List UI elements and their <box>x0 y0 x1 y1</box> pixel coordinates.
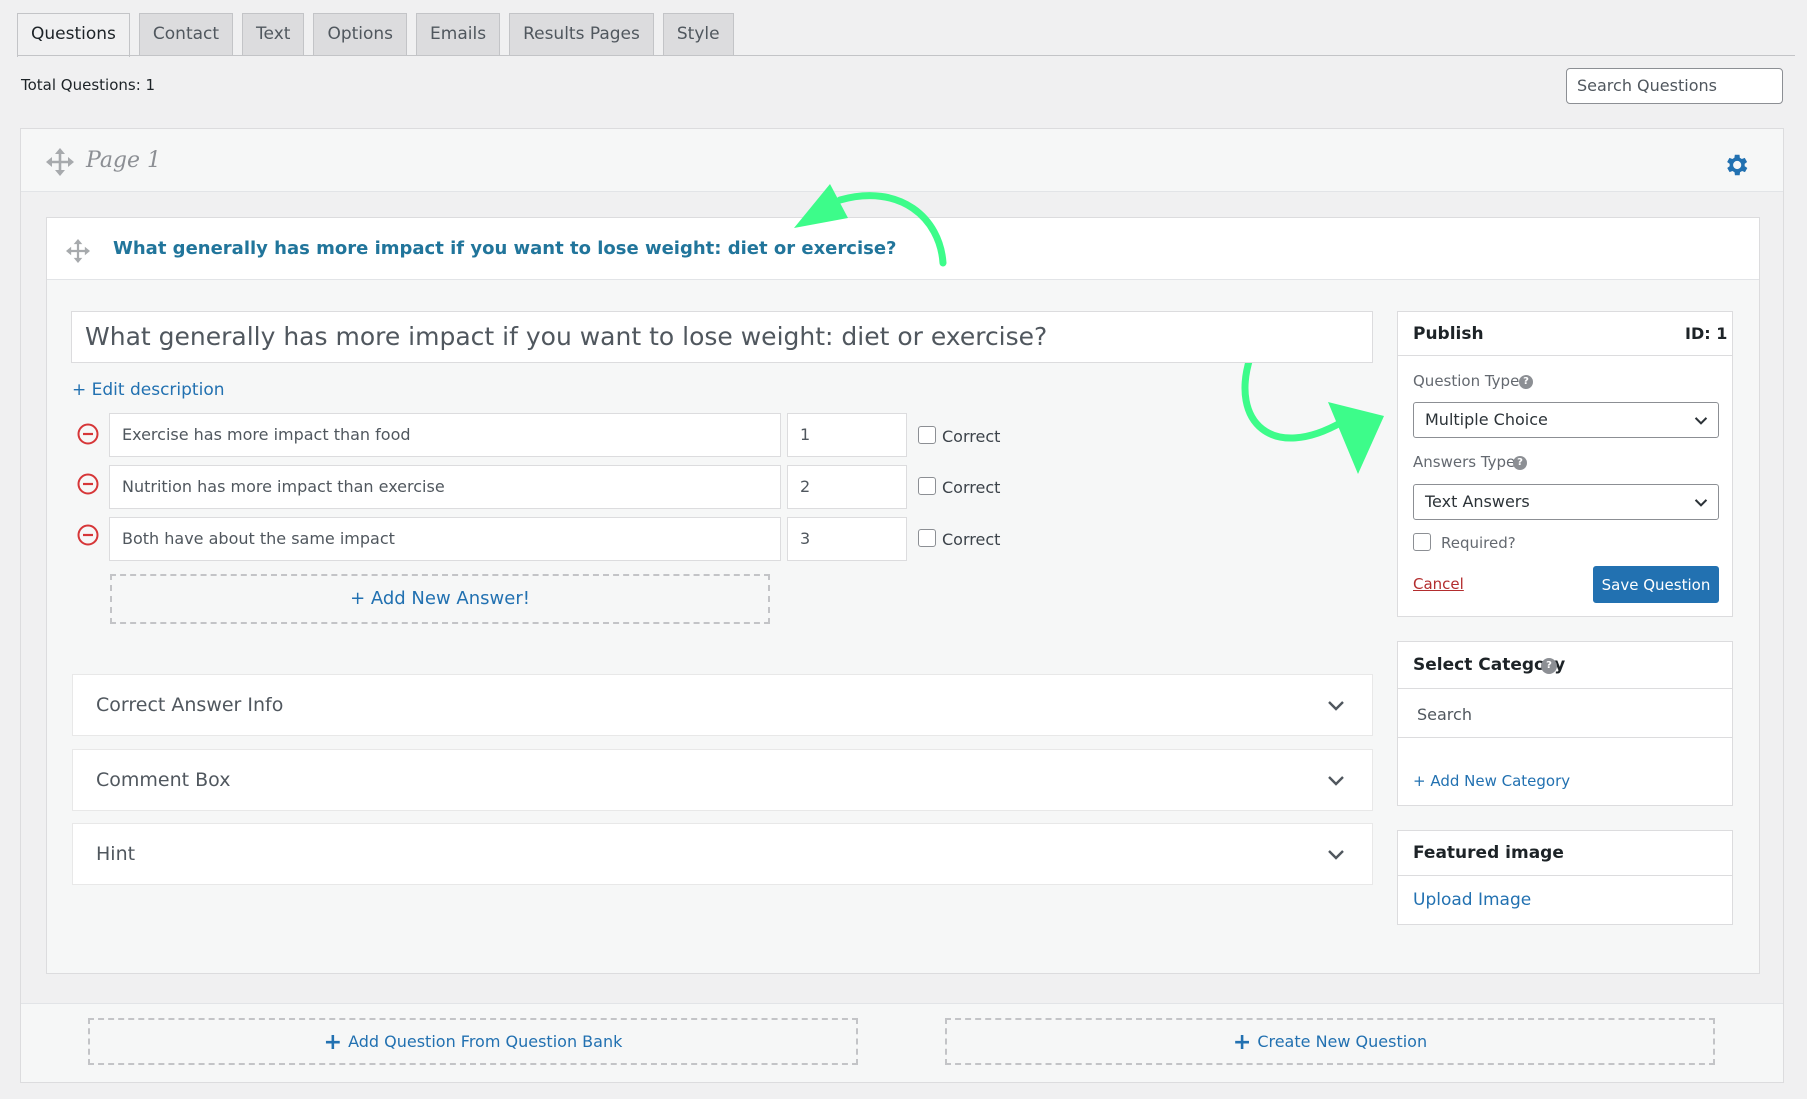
help-icon[interactable]: ? <box>1541 658 1557 674</box>
create-new-question-button[interactable]: + Create New Question <box>945 1018 1715 1065</box>
publish-title: Publish <box>1413 324 1484 344</box>
total-questions-label: Total Questions: <box>21 76 141 94</box>
correct-label: Correct <box>942 427 1001 446</box>
tab-style[interactable]: Style <box>662 13 734 56</box>
category-divider <box>1398 737 1732 738</box>
search-questions-input[interactable]: Search Questions <box>1566 68 1783 104</box>
add-new-category-link[interactable]: + Add New Category <box>1413 772 1570 790</box>
upload-image-link[interactable]: Upload Image <box>1413 890 1531 910</box>
question-title-input[interactable]: What generally has more impact if you wa… <box>71 311 1373 363</box>
question-type-select[interactable]: Multiple Choice <box>1413 402 1719 438</box>
plus-icon: + <box>323 1030 343 1055</box>
category-search-input[interactable]: Search <box>1417 705 1472 724</box>
tab-divider <box>17 55 1795 56</box>
answer-points-input[interactable]: 3 <box>787 517 907 561</box>
accordion-label: Hint <box>96 843 136 865</box>
page-move-icon[interactable] <box>46 148 74 176</box>
annotation-arrow-right-icon <box>1241 354 1384 474</box>
accordion-label: Comment Box <box>96 769 231 791</box>
question-id: ID: 1 <box>1685 324 1728 343</box>
tab-text[interactable]: Text <box>242 13 305 56</box>
add-new-answer-button[interactable]: + Add New Answer! <box>110 574 770 624</box>
question-type-value: Multiple Choice <box>1425 410 1548 429</box>
correct-checkbox[interactable] <box>918 529 936 547</box>
tab-options[interactable]: Options <box>313 13 408 56</box>
accordion-comment-box[interactable]: Comment Box <box>72 749 1373 811</box>
page-title: Page 1 <box>86 148 162 173</box>
remove-answer-icon[interactable] <box>77 473 99 495</box>
answers-type-label: Answers Type <box>1413 453 1516 471</box>
chevron-down-icon <box>1328 850 1344 860</box>
remove-answer-icon[interactable] <box>77 423 99 445</box>
tab-questions[interactable]: Questions <box>17 13 130 57</box>
add-from-bank-label: Add Question From Question Bank <box>348 1032 623 1051</box>
tab-contact[interactable]: Contact <box>138 13 234 56</box>
accordion-hint[interactable]: Hint <box>72 823 1373 885</box>
cancel-link[interactable]: Cancel <box>1413 575 1464 593</box>
total-questions-value: 1 <box>145 76 156 94</box>
chevron-down-icon <box>1328 701 1344 711</box>
answer-points-input[interactable]: 2 <box>787 465 907 509</box>
answers-type-value: Text Answers <box>1425 492 1530 511</box>
featured-image-title: Featured image <box>1413 843 1564 863</box>
correct-checkbox[interactable] <box>918 426 936 444</box>
required-label: Required? <box>1441 534 1516 552</box>
question-type-label: Question Type <box>1413 372 1520 390</box>
help-icon[interactable]: ? <box>1519 375 1533 389</box>
chevron-down-icon <box>1694 499 1708 507</box>
category-divider <box>1398 688 1732 689</box>
add-from-question-bank-button[interactable]: + Add Question From Question Bank <box>88 1018 858 1065</box>
chevron-down-icon <box>1694 417 1708 425</box>
answer-text-input[interactable]: Exercise has more impact than food <box>109 413 781 457</box>
help-icon[interactable]: ? <box>1513 456 1527 470</box>
edit-description-link[interactable]: + Edit description <box>72 380 225 400</box>
annotation-arrow-left-icon <box>794 184 947 267</box>
chevron-down-icon <box>1328 776 1344 786</box>
required-checkbox[interactable] <box>1413 533 1431 551</box>
tab-emails[interactable]: Emails <box>416 13 501 56</box>
question-move-icon[interactable] <box>66 239 90 263</box>
featured-divider <box>1398 875 1732 876</box>
question-header-title[interactable]: What generally has more impact if you wa… <box>113 238 896 259</box>
answer-text-input[interactable]: Both have about the same impact <box>109 517 781 561</box>
tab-bar: Questions Contact Text Options Emails Re… <box>17 13 734 57</box>
gear-icon[interactable] <box>1722 151 1750 179</box>
correct-label: Correct <box>942 478 1001 497</box>
correct-label: Correct <box>942 530 1001 549</box>
publish-divider <box>1398 355 1732 356</box>
answers-type-select[interactable]: Text Answers <box>1413 484 1719 520</box>
accordion-correct-answer-info[interactable]: Correct Answer Info <box>72 674 1373 736</box>
create-new-question-label: Create New Question <box>1257 1032 1428 1051</box>
tab-results-pages[interactable]: Results Pages <box>509 13 654 56</box>
correct-checkbox[interactable] <box>918 477 936 495</box>
plus-icon: + <box>1232 1030 1252 1055</box>
save-question-button[interactable]: Save Question <box>1593 566 1719 603</box>
answer-points-input[interactable]: 1 <box>787 413 907 457</box>
remove-answer-icon[interactable] <box>77 524 99 546</box>
total-questions: Total Questions: 1 <box>21 76 155 94</box>
accordion-label: Correct Answer Info <box>96 694 284 716</box>
answer-text-input[interactable]: Nutrition has more impact than exercise <box>109 465 781 509</box>
